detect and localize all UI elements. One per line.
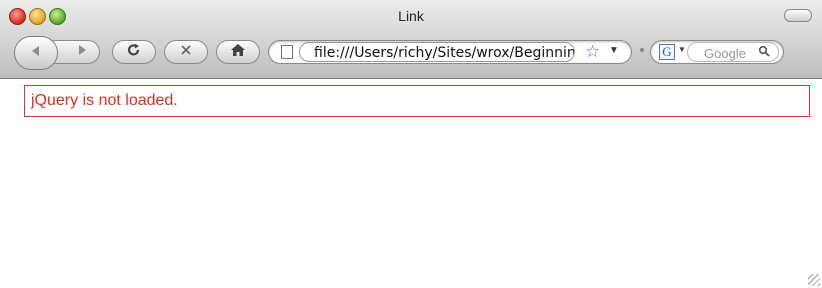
status-message: jQuery is not loaded. [31,92,178,109]
address-url: file:///Users/richy/Sites/wrox/Beginning [314,45,575,61]
address-field[interactable]: file:///Users/richy/Sites/wrox/Beginning [299,42,575,62]
search-bar[interactable]: G ▼ Google [650,40,784,64]
search-engine-dropdown-icon[interactable]: ▼ [678,45,686,54]
browser-toolbar: Link file:///Users/richy/Sites/wrox/Begi… [0,0,822,79]
back-arrow-icon [29,44,43,63]
search-icon [758,45,770,60]
status-message-box: jQuery is not loaded. [24,85,810,117]
document-icon [281,45,293,59]
toolbar-separator [640,48,644,52]
address-bar[interactable]: file:///Users/richy/Sites/wrox/Beginning… [268,40,632,64]
home-icon [230,43,246,62]
bookmark-star-icon[interactable]: ☆ [585,42,600,62]
toolbar-toggle-button[interactable] [784,9,812,22]
reload-button[interactable] [112,40,156,64]
back-button[interactable] [14,36,58,70]
search-input[interactable]: Google [687,42,779,62]
address-dropdown-icon[interactable]: ▼ [609,45,619,56]
page-content: jQuery is not loaded. [0,79,822,288]
stop-button[interactable] [164,40,208,64]
window-title: Link [398,8,424,24]
stop-icon [179,43,193,62]
reload-icon [126,42,142,63]
browser-window: Link file:///Users/richy/Sites/wrox/Begi… [0,0,822,288]
forward-arrow-icon [75,43,89,62]
resize-grip-icon[interactable] [808,274,820,286]
search-placeholder: Google [704,46,746,61]
search-engine-icon[interactable]: G [659,44,675,60]
home-button[interactable] [216,40,260,64]
navigation-buttons [14,36,100,70]
